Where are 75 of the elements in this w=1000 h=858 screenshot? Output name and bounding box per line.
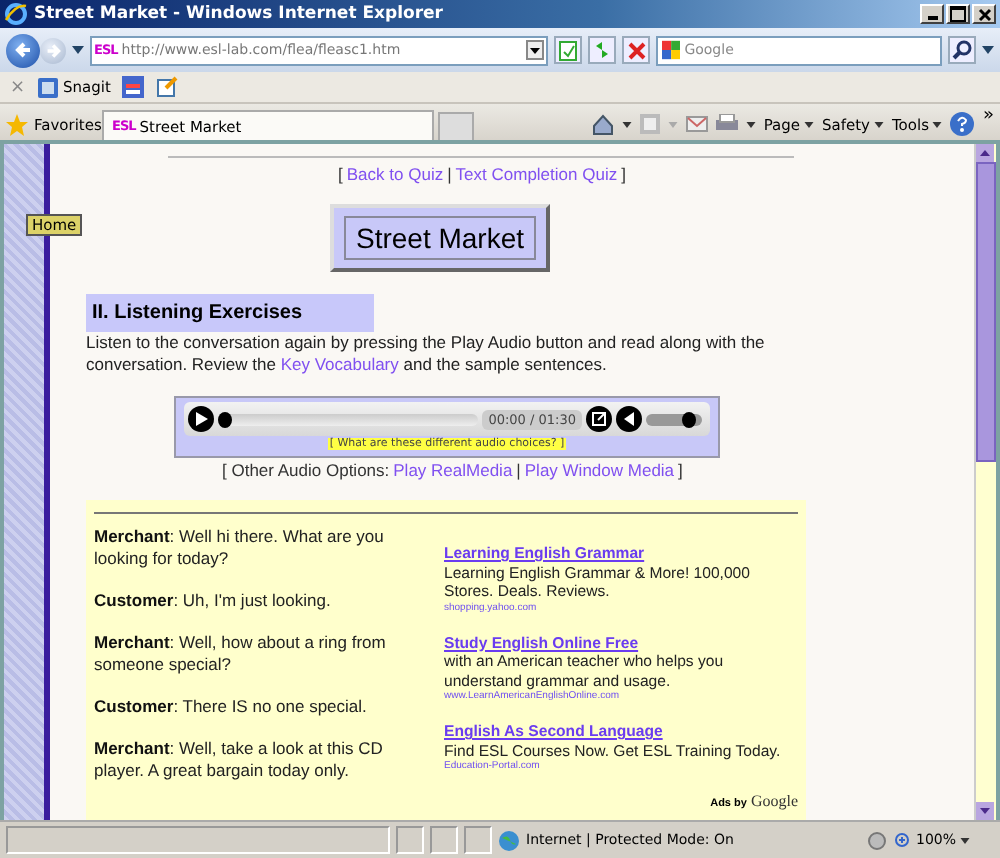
edit-icon[interactable]: [156, 76, 179, 98]
dropdown-caret-icon[interactable]: [745, 121, 756, 127]
volume-thumb[interactable]: [681, 411, 696, 427]
popout-icon: [592, 412, 606, 426]
dropdown-caret-icon[interactable]: [72, 46, 84, 54]
globe-icon: [498, 829, 520, 851]
dropdown-caret-icon[interactable]: [526, 40, 544, 60]
play-icon: [195, 412, 207, 426]
bracket-text: ]: [678, 460, 683, 480]
bracket-text: ]: [621, 164, 626, 184]
capture-icon: [37, 77, 58, 97]
browser-logo-icon: [4, 2, 28, 26]
minimize-button[interactable]: [920, 4, 944, 24]
forward-arrow-icon: [44, 41, 62, 59]
play-button[interactable]: [188, 406, 214, 432]
separator-text: |: [516, 460, 521, 480]
section-heading: II. Listening Exercises: [86, 294, 374, 332]
dialogue-line: Customer: Uh, I'm just looking.: [94, 590, 333, 612]
scroll-thumb[interactable]: [976, 162, 996, 462]
star-icon: [6, 113, 28, 135]
window-title: Street Market - Windows Internet Explorer: [34, 4, 445, 24]
window-capture-icon[interactable]: [122, 76, 145, 98]
zoom-icon: [893, 831, 912, 849]
dialogue-line: Merchant: Well hi there. What are you looking for today?: [94, 526, 386, 570]
dialogue-line: Customer: There IS no one special.: [94, 696, 369, 718]
nav-link[interactable]: Back to Quiz: [346, 164, 444, 184]
caret-icon: [874, 121, 884, 127]
intro-paragraph: Listen to the conversation again by pressing the Play Audio button and read along with the conversation. Review the Key Vocabulary and the sample sentences.: [86, 332, 767, 376]
audio-option-link[interactable]: Play RealMedia: [393, 460, 513, 480]
volume-track[interactable]: [646, 413, 702, 425]
audio-options-label: [ Other Audio Options:: [222, 460, 390, 480]
refresh-icon: [592, 40, 612, 60]
search-icon: [952, 40, 972, 60]
search-button[interactable]: [948, 36, 976, 64]
status-panel: [430, 826, 458, 854]
scroll-up-arrow-icon[interactable]: [976, 144, 994, 162]
page-title: Street Market: [343, 216, 537, 260]
close-button[interactable]: [972, 4, 996, 24]
caret-icon: [960, 837, 970, 843]
vocabulary-link[interactable]: Key Vocabulary: [280, 354, 399, 374]
scroll-down-arrow-icon[interactable]: [976, 802, 994, 820]
volume-button[interactable]: [616, 406, 642, 432]
print-icon[interactable]: [715, 114, 738, 134]
google-brand-text: Google: [750, 792, 798, 811]
caret-icon: [932, 121, 943, 127]
close-toolbar-button[interactable]: ×: [10, 77, 26, 97]
back-arrow-icon: [13, 40, 33, 60]
bracket-text: [: [338, 164, 343, 184]
dropdown-caret-icon[interactable]: [982, 46, 994, 54]
speaker-icon: [622, 412, 636, 426]
nav-link[interactable]: Text Completion Quiz: [455, 164, 618, 184]
stop-icon: [627, 41, 645, 59]
dialogue-line: Merchant: Well, how about a ring from someone special?: [94, 632, 388, 676]
separator-text: |: [447, 164, 452, 184]
page-check-icon: [558, 39, 578, 61]
vertical-scrollbar[interactable]: [974, 144, 996, 820]
refresh-button[interactable]: [588, 36, 616, 64]
home-icon[interactable]: [591, 113, 614, 135]
audio-option-link[interactable]: Play Window Media: [524, 460, 675, 480]
progress-thumb[interactable]: [218, 411, 232, 427]
dropdown-caret-icon[interactable]: [621, 121, 632, 127]
dialogue-line: Merchant: Well, take a look at this CD player. A great bargain today only.: [94, 738, 385, 782]
caret-icon: [804, 121, 814, 127]
maximize-button[interactable]: [946, 4, 970, 24]
status-panel: [464, 826, 492, 854]
help-icon[interactable]: [950, 112, 975, 136]
popout-button[interactable]: [586, 406, 612, 432]
mail-icon[interactable]: [685, 116, 708, 132]
overflow-chevron[interactable]: »: [982, 108, 994, 124]
back-button[interactable]: [6, 33, 40, 67]
settings-icon[interactable]: [865, 829, 888, 851]
compatibility-button[interactable]: [554, 36, 582, 64]
stop-button[interactable]: [622, 36, 650, 64]
status-panel: [396, 826, 424, 854]
google-logo-icon: [662, 40, 681, 60]
